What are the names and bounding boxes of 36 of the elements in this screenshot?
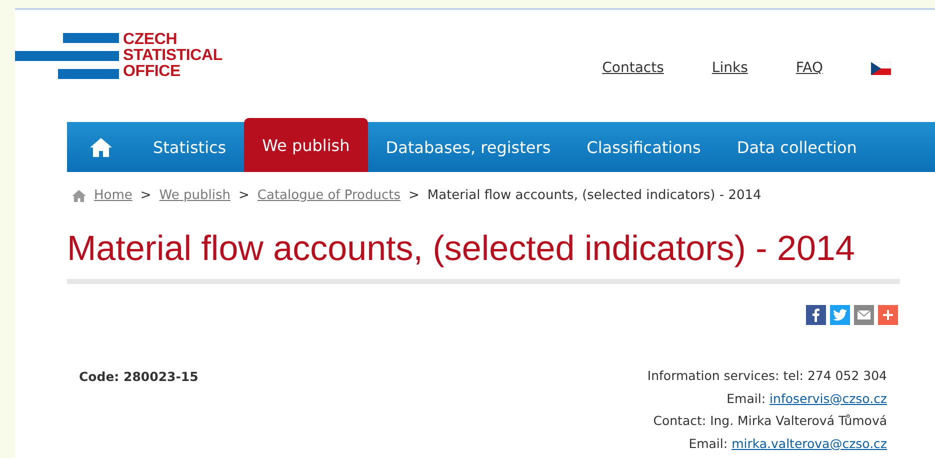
email-link[interactable]: mirka.valterova@czso.cz bbox=[732, 436, 887, 450]
breadcrumb-separator: > bbox=[408, 188, 420, 203]
header-link[interactable]: Links bbox=[712, 60, 748, 76]
share-button[interactable] bbox=[878, 305, 898, 325]
facebook-icon bbox=[812, 308, 820, 322]
contact-text: Information services: tel: 274 052 304 bbox=[647, 367, 887, 385]
header-link[interactable]: Contacts bbox=[602, 60, 664, 76]
page-title: Material flow accounts, (selected indicators) - 2014 bbox=[67, 229, 856, 269]
contact-label: Email: bbox=[726, 390, 766, 406]
breadcrumb-separator: > bbox=[140, 188, 152, 203]
czech-flag-icon[interactable] bbox=[871, 62, 891, 74]
email-link[interactable]: infoservis@czso.cz bbox=[770, 390, 887, 406]
logo-bars-icon bbox=[15, 33, 119, 79]
share-button[interactable] bbox=[854, 305, 874, 325]
breadcrumb-link[interactable]: We publish bbox=[159, 188, 230, 203]
breadcrumb-link[interactable]: Home bbox=[94, 188, 132, 203]
share-button[interactable] bbox=[830, 305, 850, 325]
nav-tab[interactable]: Classifications bbox=[568, 122, 719, 172]
product-code: Code: 280023-15 bbox=[79, 369, 198, 386]
share-button[interactable] bbox=[806, 305, 826, 325]
breadcrumb-current: Material flow accounts, (selected indicators) - 2014 bbox=[427, 188, 762, 203]
nav-tab[interactable]: We publish bbox=[244, 118, 368, 172]
nav-tab[interactable]: Databases, registers bbox=[368, 122, 569, 172]
bird-icon bbox=[833, 309, 847, 321]
breadcrumb-separator: > bbox=[238, 188, 250, 203]
nav-tab[interactable]: Data collection bbox=[718, 122, 875, 172]
nav-tab[interactable]: Statistics bbox=[135, 122, 244, 172]
home-icon bbox=[72, 190, 86, 202]
contact-label: Email: bbox=[688, 436, 728, 450]
logo-text: CZECH STATISTICAL OFFICE bbox=[123, 32, 222, 80]
contact-text: Contact: Ing. Mirka Valterová Tůmová bbox=[653, 412, 887, 430]
envelope-icon bbox=[857, 310, 871, 320]
breadcrumb-link[interactable]: Catalogue of Products bbox=[257, 188, 400, 203]
header-link[interactable]: FAQ bbox=[796, 60, 823, 76]
plus-icon bbox=[883, 310, 893, 320]
home-icon bbox=[90, 138, 112, 156]
